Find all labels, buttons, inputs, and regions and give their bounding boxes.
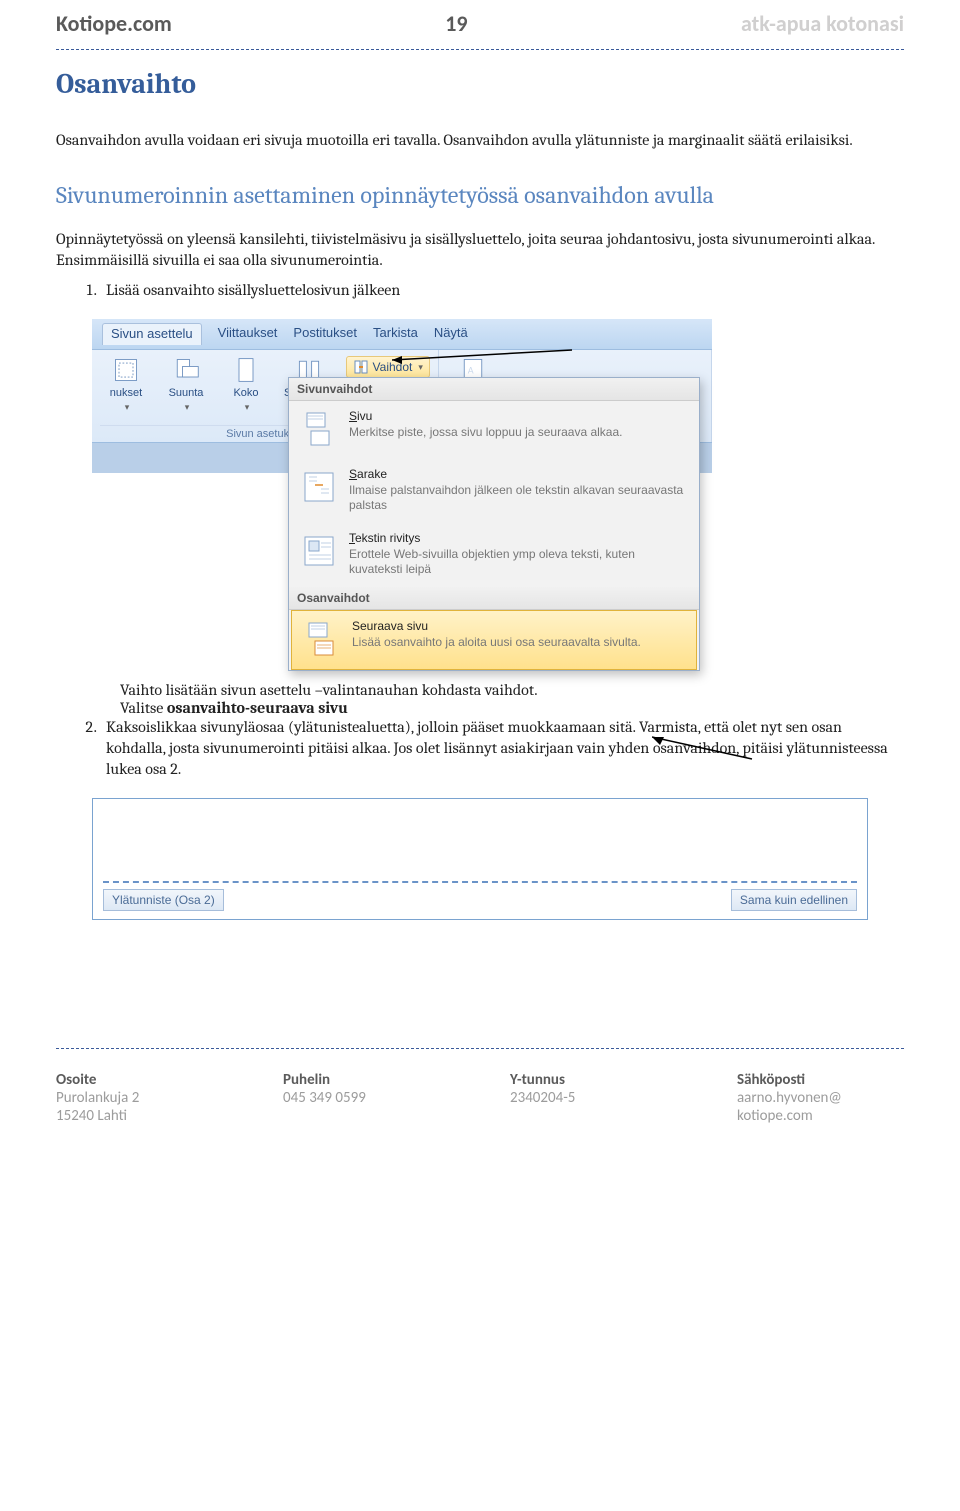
footer-email-1: aarno.hyvonen@	[737, 1089, 904, 1107]
margins-label-partial: nukset	[110, 387, 142, 399]
orientation-label: Suunta	[169, 387, 204, 399]
header-right: atk-apua kotonasi	[741, 10, 904, 37]
step-1b-bold: osanvaihto-seuraava sivu	[167, 699, 348, 717]
breaks-button[interactable]: Vaihdot ▾	[346, 356, 430, 378]
step-1a: Vaihto lisätään sivun asettelu –valintan…	[120, 681, 904, 699]
step-2: Kaksoislikkaa sivunyläosaa (ylätunisteal…	[100, 717, 904, 779]
dd-desc: Erottele Web-sivuilla objektien ymp olev…	[349, 547, 689, 577]
footer: Osoite Purolankuja 2 15240 Lahti Puhelin…	[56, 1063, 904, 1125]
dd-desc: Lisää osanvaihto ja aloita uusi osa seur…	[352, 635, 686, 650]
sub-paragraph: Opinnäytetyössä on yleensä kansilehti, t…	[56, 229, 904, 271]
chevron-down-icon: ▾	[418, 362, 423, 373]
dd-title-rest: ivu	[357, 409, 372, 423]
footer-phone-head: Puhelin	[283, 1071, 450, 1089]
footer-email-head: Sähköposti	[737, 1071, 904, 1089]
footer-address-head: Osoite	[56, 1071, 223, 1089]
tab-view[interactable]: Näytä	[434, 325, 468, 345]
header-tag-right: Sama kuin edellinen	[731, 889, 857, 911]
step-1-text: Lisää osanvaihto sisällysluettelosivun j…	[106, 281, 400, 299]
margins-button-partial[interactable]: nukset ▾	[100, 354, 152, 415]
intro-paragraph: Osanvaihdon avulla voidaan eri sivuja mu…	[56, 130, 904, 151]
header-boundary-dashed	[103, 881, 857, 883]
dd-desc: Merkitse piste, jossa sivu loppuu ja seu…	[349, 425, 689, 440]
dd-title-rest: Seuraava sivu	[352, 619, 428, 633]
tab-references[interactable]: Viittaukset	[218, 325, 278, 345]
dropdown-item-text-wrapping[interactable]: Tekstin rivitys Erottele Web-sivuilla ob…	[289, 523, 699, 587]
footer-phone: 045 349 0599	[283, 1089, 450, 1107]
step-list: Lisää osanvaihto sisällysluettelosivun j…	[56, 280, 904, 301]
step-1b: Valitse osanvaihto-seuraava sivu	[120, 699, 904, 717]
tab-review[interactable]: Tarkista	[373, 325, 418, 345]
step-2-text: Kaksoislikkaa sivunyläosaa (ylätunisteal…	[106, 718, 888, 778]
svg-text:A: A	[468, 366, 474, 376]
step-1: Lisää osanvaihto sisällysluettelosivun j…	[100, 280, 904, 301]
chevron-down-icon: ▾	[185, 402, 190, 413]
section-title: Osanvaihto	[56, 68, 904, 100]
dropdown-item-next-page[interactable]: Seuraava sivu Lisää osanvaihto ja aloita…	[291, 610, 697, 670]
breaks-dropdown: Sivunvaihdot Sivu Merkitse piste, jossa …	[288, 377, 700, 671]
header-tag-left: Ylätunniste (Osa 2)	[103, 889, 224, 911]
breaks-icon	[353, 359, 369, 375]
breaks-label: Vaihdot	[373, 360, 413, 374]
column-break-icon	[301, 469, 337, 505]
footer-vat: 2340204-5	[510, 1089, 677, 1107]
chevron-down-icon: ▾	[245, 402, 250, 413]
header-page: 19	[445, 10, 467, 37]
footer-divider	[56, 1048, 904, 1049]
mnemonic: S	[349, 467, 357, 481]
text-wrapping-icon	[301, 533, 337, 569]
page-size-icon	[232, 356, 260, 384]
dd-title-rest: arake	[357, 467, 387, 481]
dd-desc: Ilmaise palstanvaihdon jälkeen ole tekst…	[349, 483, 689, 513]
size-button[interactable]: Koko ▾	[220, 354, 272, 415]
dropdown-header-page-breaks: Sivunvaihdot	[289, 378, 699, 401]
margins-icon	[112, 356, 140, 384]
step-1b-prefix: Valitse	[120, 699, 167, 717]
dropdown-item-page[interactable]: Sivu Merkitse piste, jossa sivu loppuu j…	[289, 401, 699, 459]
footer-email-2: kotiope.com	[737, 1107, 904, 1125]
size-label: Koko	[233, 387, 258, 399]
page-break-icon	[301, 411, 337, 447]
dropdown-header-section-breaks: Osanvaihdot	[289, 587, 699, 610]
sub-section-title: Sivunumeroinnin asettaminen opinnäytetyö…	[56, 181, 904, 209]
step-list-2: Kaksoislikkaa sivunyläosaa (ylätunisteal…	[56, 717, 904, 779]
orientation-button[interactable]: Suunta ▾	[160, 354, 212, 415]
ribbon-tabs: Sivun asettelu Viittaukset Postitukset T…	[92, 319, 712, 350]
screenshot-breaks-menu: Sivun asettelu Viittaukset Postitukset T…	[92, 319, 712, 671]
header-divider	[56, 49, 904, 50]
section-next-page-icon	[304, 621, 340, 657]
mnemonic: S	[349, 409, 357, 423]
footer-address-2: 15240 Lahti	[56, 1107, 223, 1125]
screenshot-header-region: Ylätunniste (Osa 2) Sama kuin edellinen	[92, 798, 868, 920]
tab-mailings[interactable]: Postitukset	[293, 325, 357, 345]
orientation-icon	[172, 356, 200, 384]
footer-address-1: Purolankuja 2	[56, 1089, 223, 1107]
chevron-down-icon: ▾	[125, 402, 130, 413]
footer-vat-head: Y-tunnus	[510, 1071, 677, 1089]
tab-page-layout[interactable]: Sivun asettelu	[102, 323, 202, 345]
dd-title-rest: ekstin rivitys	[355, 531, 420, 545]
header-left: Kotiope.com	[56, 10, 172, 37]
dropdown-item-column[interactable]: Sarake Ilmaise palstanvaihdon jälkeen ol…	[289, 459, 699, 523]
